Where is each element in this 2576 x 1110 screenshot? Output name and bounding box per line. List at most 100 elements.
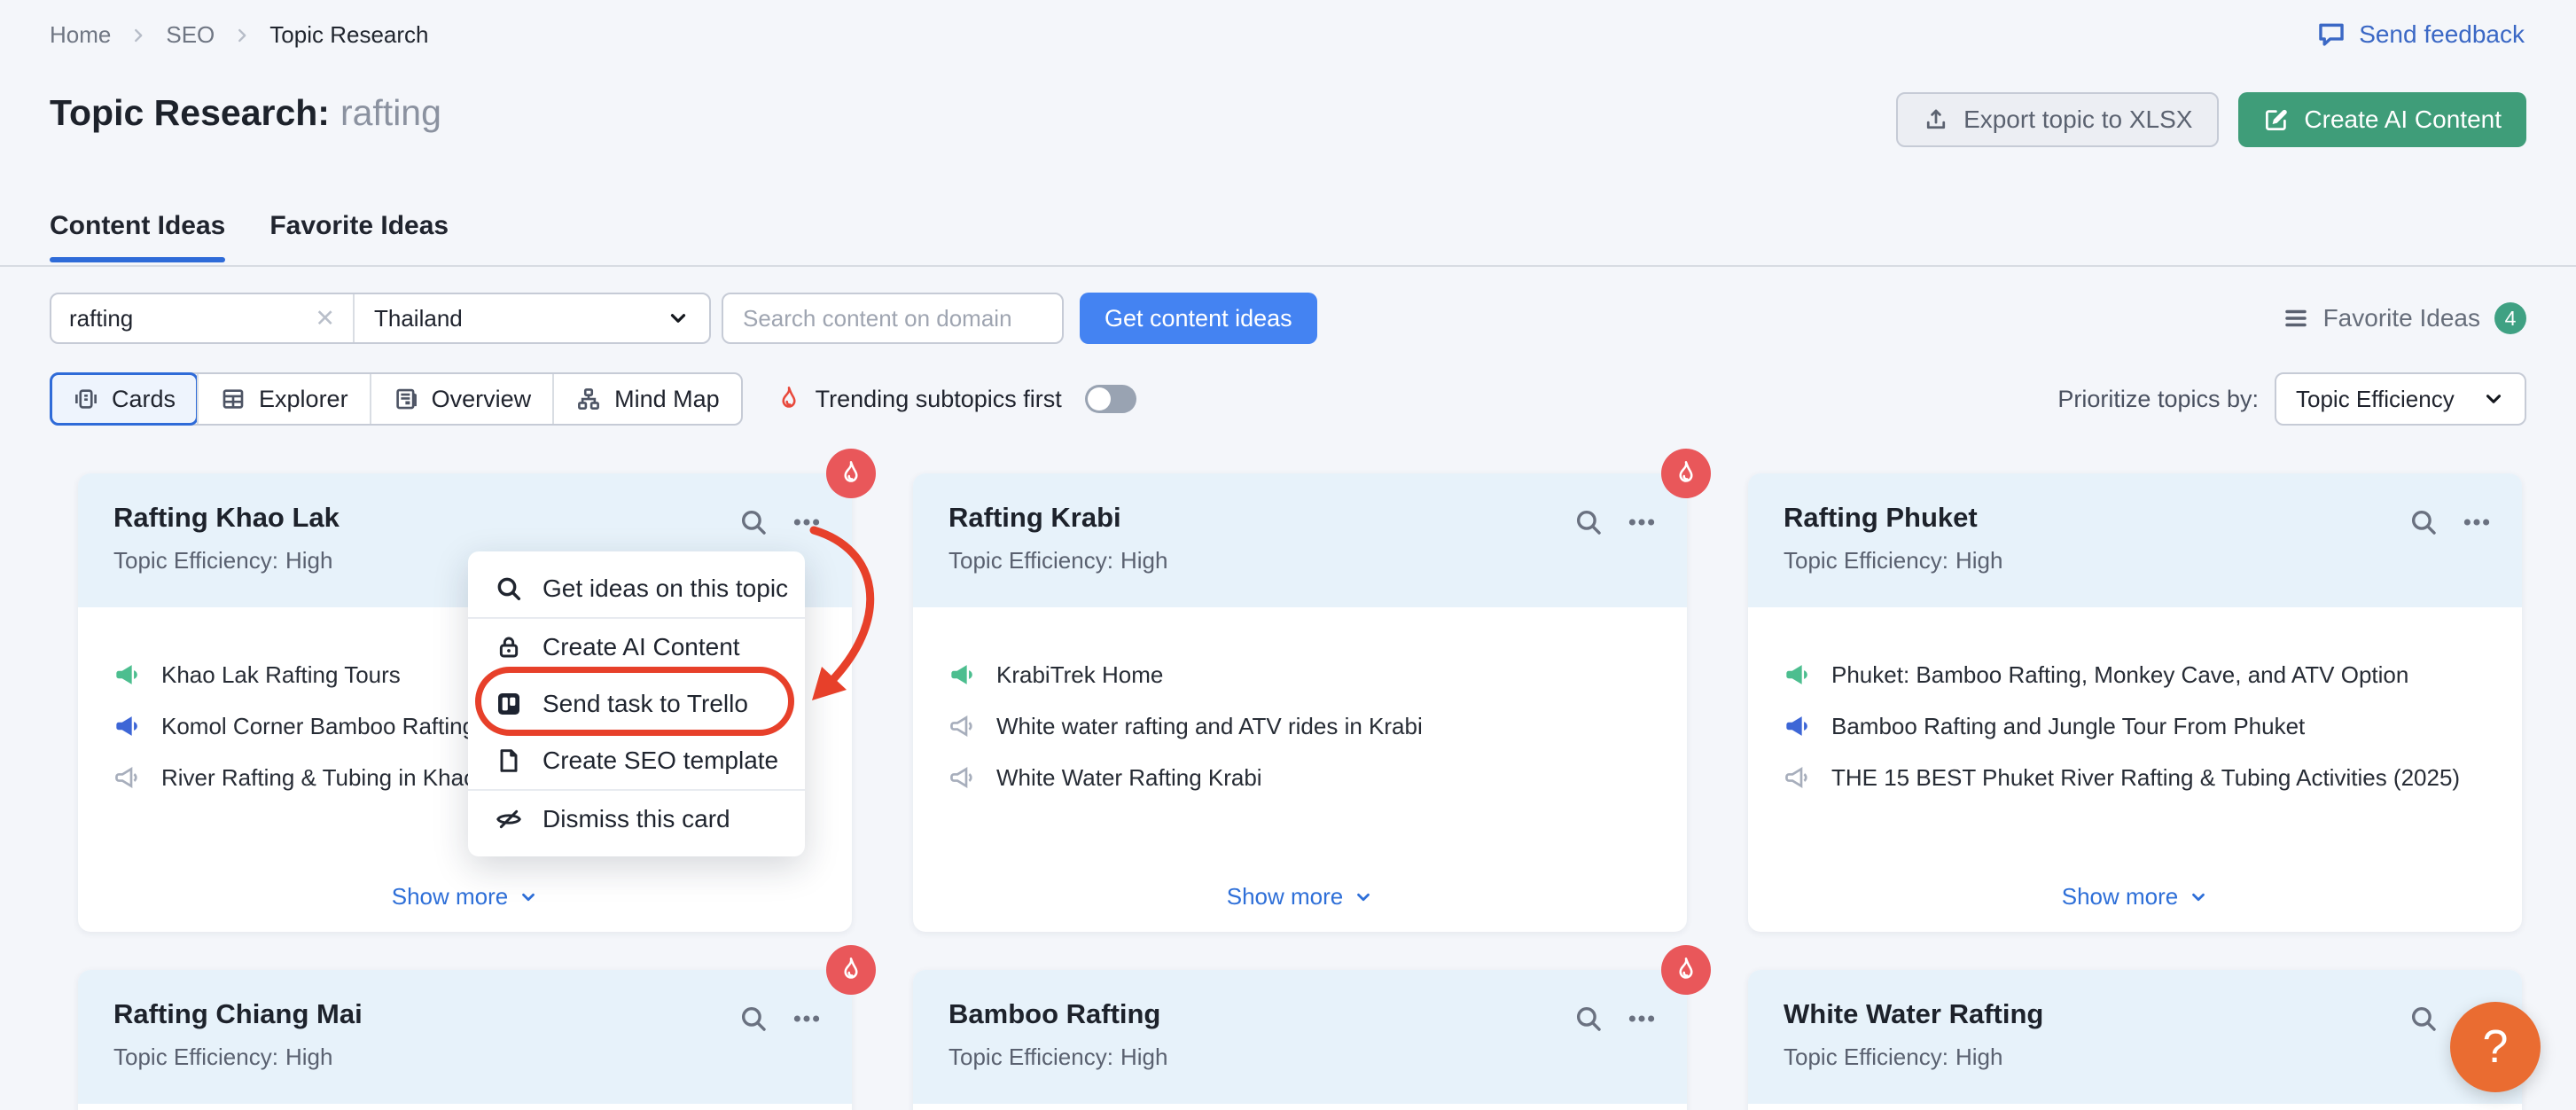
card-body: Phuket: Bamboo Rafting, Monkey Cave, and… <box>1748 607 2522 932</box>
idea-headline[interactable]: Bamboo Rafting and Jungle Tour From Phuk… <box>1784 712 2486 740</box>
menu-item-create-seo-template[interactable]: Create SEO template <box>468 732 805 789</box>
menu-item-label: Get ideas on this topic <box>543 575 788 603</box>
idea-headline[interactable]: Phuket: Bamboo Rafting, Monkey Cave, and… <box>1784 661 2486 689</box>
view-mind-map[interactable]: Mind Map <box>552 374 741 424</box>
chevron-down-icon <box>1354 887 1373 907</box>
card-more-icon[interactable] <box>1627 507 1657 537</box>
domain-search-input[interactable] <box>727 305 1058 332</box>
card-search-icon[interactable] <box>2408 507 2439 537</box>
chevron-right-icon <box>232 26 252 45</box>
idea-text: White Water Rafting Krabi <box>996 764 1262 792</box>
card-body <box>1748 1104 2522 1110</box>
menu-item-get-ideas[interactable]: Get ideas on this topic <box>468 560 805 617</box>
trending-subtopics: Trending subtopics first <box>775 385 1136 413</box>
view-cards[interactable]: Cards <box>51 374 197 424</box>
card-more-icon[interactable] <box>2462 507 2492 537</box>
send-feedback-label: Send feedback <box>2359 20 2525 49</box>
menu-item-create-ai-content[interactable]: Create AI Content <box>468 619 805 676</box>
flame-icon <box>775 385 803 413</box>
explorer-table-icon <box>220 386 246 412</box>
card-efficiency: Topic Efficiency:High <box>113 1044 816 1071</box>
card-search-icon[interactable] <box>738 1004 769 1034</box>
view-explorer-label: Explorer <box>259 386 348 413</box>
idea-headline[interactable]: White water rafting and ATV rides in Kra… <box>948 712 1651 740</box>
show-more-label: Show more <box>2062 883 2179 911</box>
create-ai-content-button[interactable]: Create AI Content <box>2238 92 2526 147</box>
show-more-label: Show more <box>392 883 509 911</box>
list-icon <box>2283 305 2309 332</box>
card-body <box>78 1104 852 1110</box>
efficiency-label: Topic Efficiency: <box>113 547 278 575</box>
card-header: Bamboo Rafting Topic Efficiency:High <box>913 970 1687 1104</box>
efficiency-label: Topic Efficiency: <box>1784 1044 1948 1071</box>
chevron-down-icon <box>519 887 538 907</box>
tab-content-ideas[interactable]: Content Ideas <box>50 211 225 262</box>
keyword-input[interactable] <box>69 305 308 332</box>
idea-headline[interactable]: THE 15 BEST Phuket River Rafting & Tubin… <box>1784 763 2486 792</box>
country-select[interactable]: Thailand <box>353 294 709 342</box>
tab-favorite-ideas[interactable]: Favorite Ideas <box>269 211 449 262</box>
breadcrumb-seo[interactable]: SEO <box>166 21 215 49</box>
idea-headline[interactable]: KrabiTrek Home <box>948 661 1651 689</box>
filter-row: ✕ Thailand Get content ideas Favorite Id… <box>50 293 2526 344</box>
view-mind-map-label: Mind Map <box>614 386 720 413</box>
card-search-icon[interactable] <box>738 507 769 537</box>
prioritize-select[interactable]: Topic Efficiency <box>2275 372 2526 426</box>
send-feedback-link[interactable]: Send feedback <box>2316 20 2525 50</box>
breadcrumb-home[interactable]: Home <box>50 21 111 49</box>
prioritize-label: Prioritize topics by: <box>2057 386 2259 413</box>
card-more-icon[interactable] <box>792 1004 822 1034</box>
card-header: Rafting Krabi Topic Efficiency:High <box>913 473 1687 607</box>
mind-map-icon <box>575 386 602 412</box>
trending-flame-badge <box>826 449 876 498</box>
view-overview[interactable]: Overview <box>370 374 553 424</box>
clear-keyword-icon[interactable]: ✕ <box>308 305 335 332</box>
chevron-down-icon <box>667 307 690 330</box>
topic-card-rafting-phuket: Rafting Phuket Topic Efficiency:High Phu… <box>1748 473 2522 932</box>
feedback-bubble-icon <box>2316 20 2346 50</box>
megaphone-icon <box>113 661 142 689</box>
view-switcher: Cards Explorer Overview Mind Map <box>50 372 743 426</box>
tabs: Content Ideas Favorite Ideas <box>50 211 449 262</box>
favorite-ideas-link[interactable]: Favorite Ideas 4 <box>2283 302 2526 334</box>
flame-icon <box>837 459 865 488</box>
card-search-icon[interactable] <box>2408 1004 2439 1034</box>
menu-item-label: Create AI Content <box>543 633 740 661</box>
card-search-icon[interactable] <box>1573 507 1604 537</box>
overview-report-icon <box>393 386 419 412</box>
trending-flame-badge <box>1661 945 1711 995</box>
card-title: Bamboo Rafting <box>948 998 1651 1030</box>
show-more-label: Show more <box>1227 883 1344 911</box>
efficiency-value: High <box>285 547 332 575</box>
page-title: Topic Research:rafting <box>50 92 441 134</box>
card-search-icon[interactable] <box>1573 1004 1604 1034</box>
card-header: Rafting Phuket Topic Efficiency:High <box>1748 473 2522 607</box>
efficiency-label: Topic Efficiency: <box>1784 547 1948 575</box>
domain-search-wrap <box>722 293 1064 344</box>
export-xlsx-label: Export topic to XLSX <box>1963 106 2192 134</box>
menu-item-send-task-to-trello[interactable]: Send task to Trello <box>468 676 805 732</box>
card-title: Rafting Khao Lak <box>113 502 816 534</box>
idea-headline[interactable]: White Water Rafting Krabi <box>948 763 1651 792</box>
breadcrumb: Home SEO Topic Research <box>50 21 428 49</box>
get-content-ideas-button[interactable]: Get content ideas <box>1080 293 1317 344</box>
megaphone-icon <box>948 661 977 689</box>
card-more-icon[interactable] <box>792 507 822 537</box>
show-more-link[interactable]: Show more <box>913 883 1687 911</box>
show-more-link[interactable]: Show more <box>1748 883 2522 911</box>
show-more-link[interactable]: Show more <box>78 883 852 911</box>
view-explorer[interactable]: Explorer <box>197 374 370 424</box>
menu-item-label: Create SEO template <box>543 747 778 775</box>
card-title: Rafting Chiang Mai <box>113 998 816 1030</box>
help-question-mark: ? <box>2483 1020 2509 1074</box>
help-button[interactable]: ? <box>2450 1002 2541 1092</box>
topic-research-page: Home SEO Topic Research Send feedback To… <box>0 0 2576 1110</box>
favorites-count-badge: 4 <box>2494 302 2526 334</box>
menu-item-dismiss-card[interactable]: Dismiss this card <box>468 791 805 848</box>
export-xlsx-button[interactable]: Export topic to XLSX <box>1896 92 2219 147</box>
card-more-icon[interactable] <box>1627 1004 1657 1034</box>
efficiency-value: High <box>1955 547 2002 575</box>
flame-icon <box>837 956 865 984</box>
flame-icon <box>1672 459 1700 488</box>
trending-toggle[interactable] <box>1085 385 1136 413</box>
